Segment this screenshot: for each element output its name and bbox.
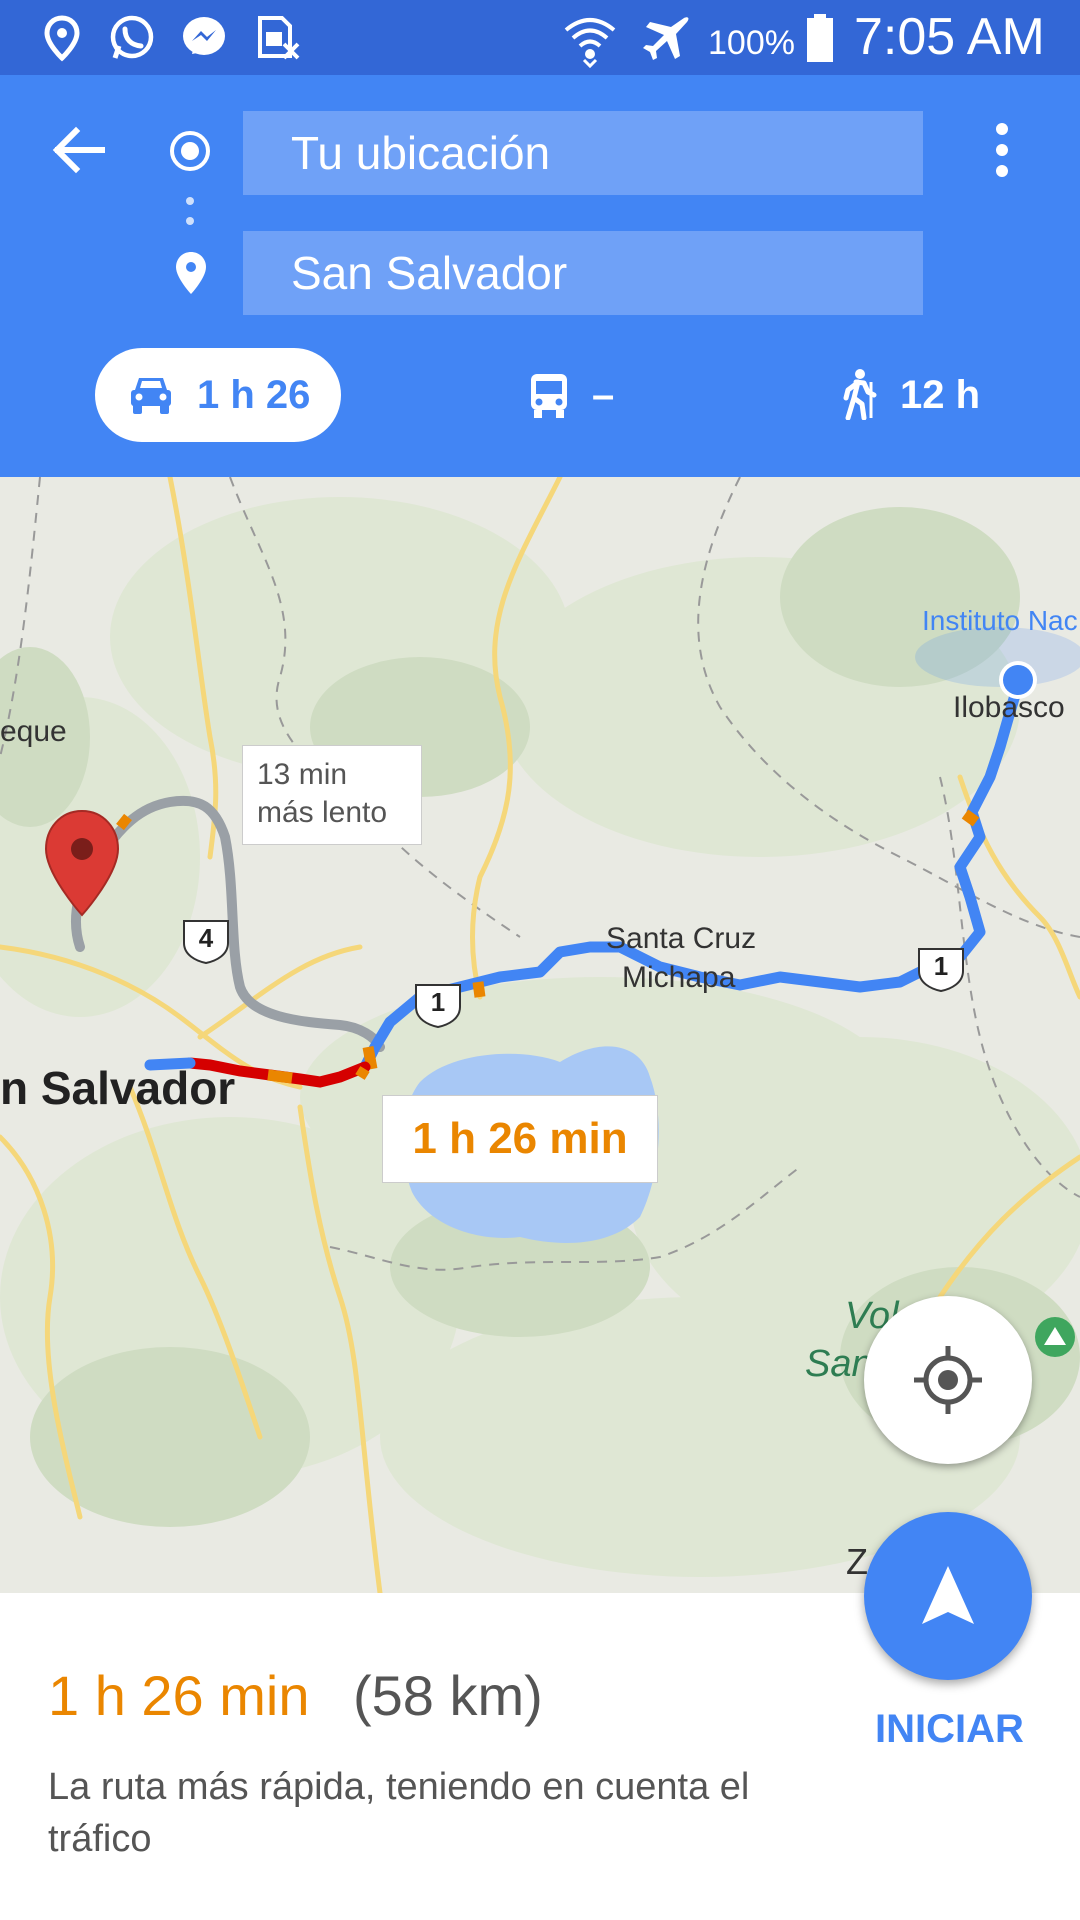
route-description: La ruta más rápida, teniendo en cuenta e… — [48, 1766, 750, 1860]
battery-icon — [807, 14, 833, 62]
map-label-volcan-2: San — [805, 1343, 873, 1385]
start-navigation-button[interactable] — [864, 1512, 1032, 1680]
map-label-michapa: Michapa — [622, 961, 736, 994]
route-shield-1a: 1 — [412, 981, 464, 1029]
map-label-san-salvador: n Salvador — [0, 1062, 236, 1114]
walk-duration: 12 h — [900, 373, 981, 417]
whatsapp-icon — [110, 15, 154, 59]
mode-tab-car[interactable]: 1 h 26 — [95, 348, 341, 442]
alternate-route-delay: 13 min — [257, 758, 348, 791]
messenger-icon — [183, 17, 225, 55]
mode-tab-transit[interactable]: – — [520, 358, 640, 434]
main-route-callout[interactable]: 1 h 26 min — [382, 1095, 658, 1183]
more-options-icon[interactable] — [975, 115, 1030, 185]
map-label-instituto: Instituto Nac — [922, 605, 1078, 636]
alternate-route-note: más lento — [257, 796, 388, 829]
my-location-button[interactable] — [864, 1296, 1032, 1464]
wifi-icon — [564, 18, 616, 68]
transit-duration: – — [592, 373, 615, 417]
car-icon — [131, 378, 171, 414]
navigation-arrow-icon — [922, 1566, 974, 1624]
clock: 7:05 AM — [854, 8, 1045, 66]
route-duration: 1 h 26 min — [48, 1664, 310, 1727]
map-label-eque: eque — [0, 715, 67, 748]
map-label-ilobasco: Ilobasco — [953, 691, 1065, 724]
origin-input[interactable]: Tu ubicación — [243, 111, 923, 195]
status-bar: 100% 7:05 AM — [0, 0, 1080, 75]
back-arrow-icon[interactable] — [44, 115, 114, 185]
airplane-icon — [643, 17, 689, 60]
walk-icon — [843, 369, 877, 420]
sim-icon — [258, 16, 300, 60]
start-label[interactable]: INICIAR — [875, 1707, 1024, 1752]
route-shield-1b: 1 — [915, 945, 967, 993]
bus-icon — [531, 374, 567, 418]
alternate-route-callout[interactable]: 13 min más lento — [242, 745, 422, 845]
map-view[interactable]: Instituto Nac Ilobasco eque Santa Cruz M… — [0, 477, 1080, 1593]
destination-pin-icon — [176, 252, 206, 294]
destination-input[interactable]: San Salvador — [243, 231, 923, 315]
car-duration: 1 h 26 — [197, 373, 311, 417]
location-pin-icon — [44, 15, 80, 62]
crosshair-icon — [914, 1346, 982, 1414]
route-distance: (58 km) — [353, 1664, 543, 1727]
route-shield-4: 4 — [180, 917, 232, 965]
mode-tab-walk[interactable]: 12 h — [830, 358, 1010, 434]
directions-header: Tu ubicación San Salvador 1 h 26 – 12 h — [0, 75, 1080, 477]
origin-dot-icon — [170, 131, 210, 171]
route-connector-dots — [186, 197, 194, 225]
map-label-santa-cruz: Santa Cruz — [606, 922, 757, 955]
battery-percent: 100% — [708, 24, 795, 62]
